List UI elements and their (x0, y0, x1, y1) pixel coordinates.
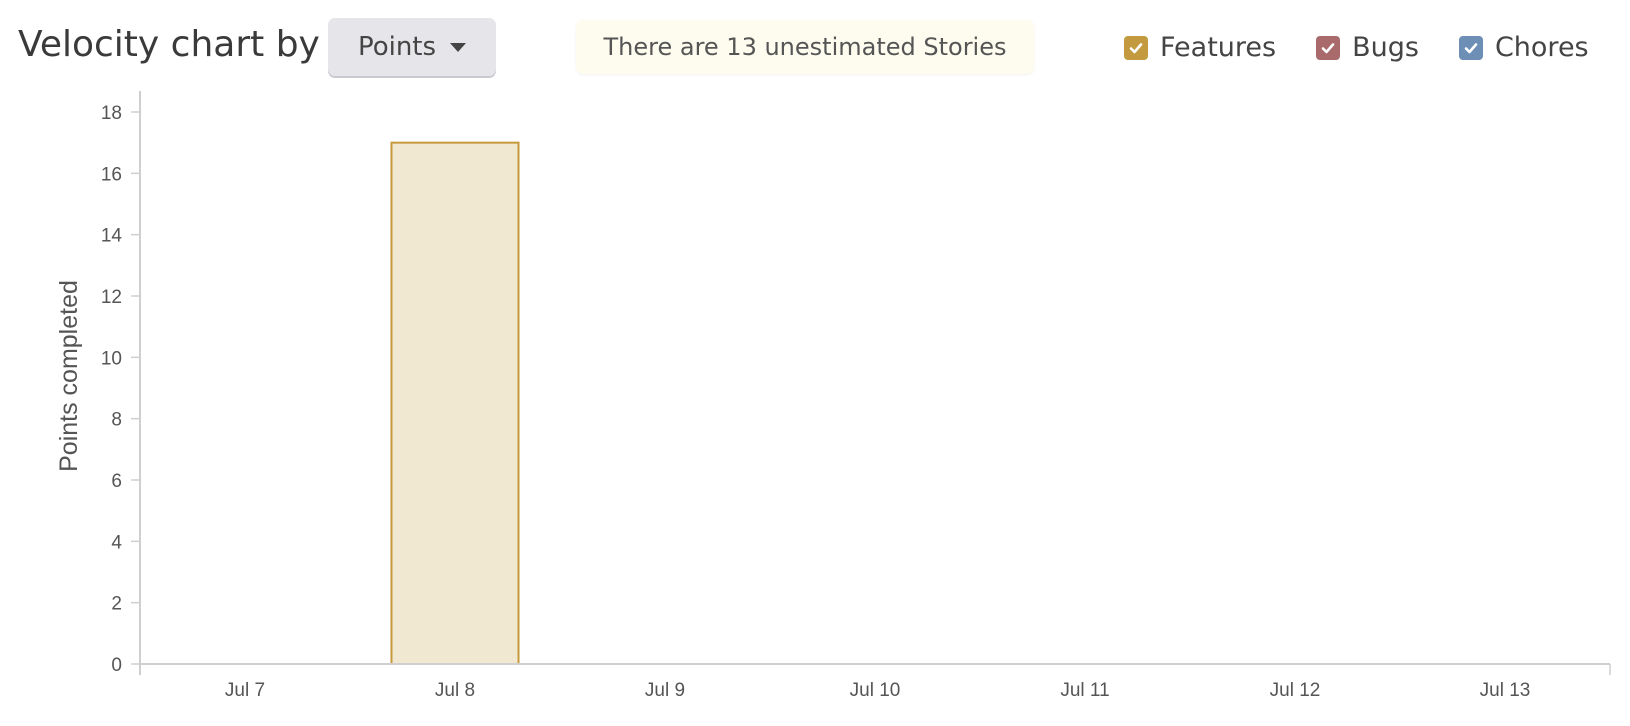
legend-item-chores[interactable]: Chores (1458, 32, 1589, 63)
y-tick-label: 16 (101, 164, 122, 185)
y-tick-label: 6 (111, 471, 122, 492)
checkmark-icon (1321, 42, 1335, 53)
chevron-down-icon (450, 42, 467, 52)
features-checkbox[interactable] (1124, 35, 1148, 60)
x-tick-label: Jul 11 (1060, 680, 1109, 701)
chores-checkbox[interactable] (1458, 35, 1483, 60)
y-tick-label: 2 (111, 594, 122, 615)
metric-dropdown[interactable]: Points (328, 18, 496, 76)
x-tick-label: Jul 10 (850, 680, 901, 701)
checkmark-icon (1464, 42, 1478, 53)
y-tick-label: 8 (111, 410, 122, 431)
bar-features-jul-8[interactable] (390, 141, 520, 665)
x-tick-label: Jul 9 (645, 680, 685, 701)
legend-label-chores: Chores (1494, 32, 1589, 63)
legend-label-bugs: Bugs (1352, 32, 1419, 63)
x-tick-label: Jul 13 (1480, 680, 1531, 701)
bars (390, 141, 520, 665)
legend: Features Bugs Chores (1124, 32, 1589, 63)
y-axis-ticks: 0 2 4 6 8 10 12 14 16 18 (101, 103, 140, 676)
x-tick-label: Jul 8 (435, 680, 475, 701)
legend-item-features[interactable]: Features (1124, 32, 1276, 63)
velocity-chart: 024681012141618 Jul 7 Jul 8 Jul 9 Jul 10 Jul… (55, 91, 1611, 701)
x-axis-ticks: Jul 7 Jul 8 Jul 9 Jul 10 Jul 11 Jul 12 Jul 13 (225, 664, 1611, 701)
y-tick-label: 18 (101, 103, 122, 124)
metric-dropdown-label: Points (357, 32, 437, 62)
y-tick-label: 4 (111, 532, 122, 553)
y-tick-label: 10 (101, 348, 122, 369)
unestimated-stories-notice[interactable]: There are 13 unestimated Stories (576, 20, 1034, 74)
x-tick-label: Jul 12 (1270, 680, 1321, 701)
legend-item-bugs[interactable]: Bugs (1316, 32, 1419, 63)
y-tick-label: 14 (101, 226, 123, 247)
y-tick-label: 12 (101, 287, 122, 308)
legend-label-features: Features (1160, 32, 1277, 63)
y-axis-label: Points completed (55, 280, 83, 472)
bugs-checkbox[interactable] (1316, 35, 1341, 60)
x-tick-label: Jul 7 (225, 680, 265, 701)
y-tick-label: 0 (111, 655, 122, 676)
page-title: Velocity chart by (18, 24, 320, 65)
checkmark-icon (1129, 42, 1143, 53)
chart-header: Velocity chart by Points There are 13 un… (0, 0, 1630, 86)
